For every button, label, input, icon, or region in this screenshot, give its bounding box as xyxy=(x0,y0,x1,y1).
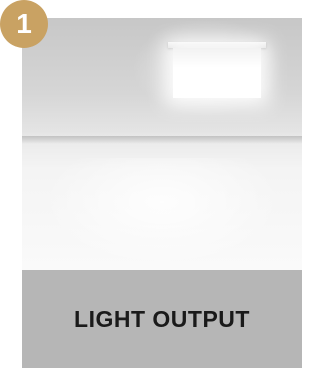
light-output-photo xyxy=(22,18,302,270)
lamp-panel xyxy=(173,48,261,98)
caption-label: LIGHT OUTPUT xyxy=(74,305,250,332)
ceiling-light-icon xyxy=(168,42,266,98)
wall-floor-horizon xyxy=(22,136,302,144)
step-number-badge: 1 xyxy=(0,0,48,48)
step-number: 1 xyxy=(16,8,32,39)
floor-light-glow xyxy=(42,158,282,268)
caption-bar: LIGHT OUTPUT xyxy=(22,270,302,368)
feature-card: LIGHT OUTPUT xyxy=(22,18,302,368)
